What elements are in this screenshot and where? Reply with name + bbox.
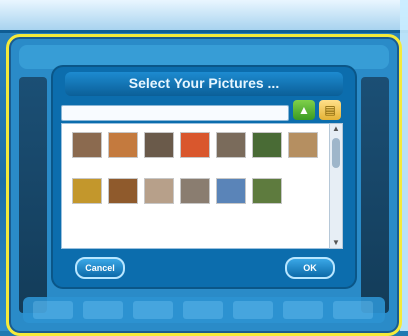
scroll-up-icon[interactable]: ▲ (330, 124, 342, 134)
frame-header (19, 45, 389, 69)
toolbar-slot[interactable] (33, 301, 73, 319)
thumbnail-item[interactable] (72, 178, 102, 216)
toolbar-slot[interactable] (133, 301, 173, 319)
folder-icon: ▤ (324, 103, 336, 117)
browse-folder-button[interactable]: ▤ (319, 100, 341, 120)
bottom-toolbar (23, 297, 385, 323)
thumbnail-image (252, 132, 282, 158)
thumbnail-item[interactable] (216, 132, 246, 170)
thumbnail-item[interactable] (252, 178, 282, 216)
thumbnail-item[interactable] (252, 132, 282, 170)
thumbnail-item[interactable] (180, 132, 210, 170)
thumbnail-image (108, 132, 138, 158)
up-folder-button[interactable]: ▲ (293, 100, 315, 120)
ok-button[interactable]: OK (285, 257, 335, 279)
thumbnail-image (180, 132, 210, 158)
thumbnail-image (144, 132, 174, 158)
thumbnail-item[interactable] (180, 178, 210, 216)
toolbar-slot[interactable] (233, 301, 273, 319)
thumbnail-item[interactable] (216, 178, 246, 216)
toolbar-slot[interactable] (183, 301, 223, 319)
dialog-footer: Cancel OK (63, 253, 345, 279)
thumbnail-item[interactable] (72, 132, 102, 170)
thumbnail-item[interactable] (108, 132, 138, 170)
thumbnail-image (180, 178, 210, 204)
thumbnail-image (216, 132, 246, 158)
select-pictures-dialog: Select Your Pictures ... ▲ ▤ ▲ ▼ Cancel … (53, 67, 355, 287)
thumbnail-grid (61, 123, 331, 249)
thumbnail-image (288, 132, 318, 158)
scroll-down-icon[interactable]: ▼ (330, 238, 342, 248)
dialog-title: Select Your Pictures ... (128, 75, 280, 91)
thumbnail-image (108, 178, 138, 204)
top-banner (0, 0, 408, 33)
thumbnail-image (72, 178, 102, 204)
toolbar-slot[interactable] (83, 301, 123, 319)
path-field[interactable] (61, 105, 289, 121)
scroll-thumb[interactable] (332, 138, 340, 168)
up-arrow-icon: ▲ (298, 103, 310, 117)
toolbar-slot[interactable] (283, 301, 323, 319)
cancel-button[interactable]: Cancel (75, 257, 125, 279)
thumbnail-item[interactable] (144, 132, 174, 170)
thumbnail-item[interactable] (144, 178, 174, 216)
toolbar-slot[interactable] (333, 301, 373, 319)
thumbnail-image (72, 132, 102, 158)
thumbnail-item[interactable] (108, 178, 138, 216)
thumbnail-image (216, 178, 246, 204)
thumbnail-image (144, 178, 174, 204)
thumbnail-item[interactable] (288, 132, 318, 170)
thumbnail-image (252, 178, 282, 204)
left-film-strip (19, 77, 47, 313)
right-film-strip (361, 77, 389, 313)
thumbnail-scrollbar[interactable]: ▲ ▼ (329, 123, 343, 249)
